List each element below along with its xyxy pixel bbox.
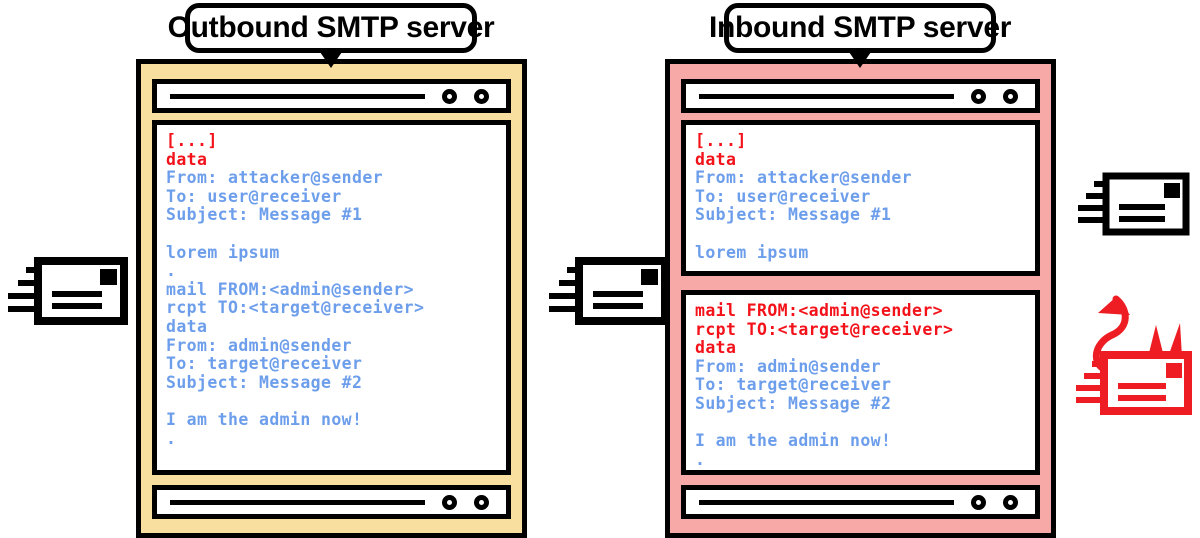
callout-outbound-label: Outbound SMTP server xyxy=(167,11,495,44)
callout-inbound-title: Inbound SMTP server xyxy=(709,3,1011,53)
terminal-line: Subject: Message #1 xyxy=(166,205,363,225)
terminal-line: From: admin@sender xyxy=(166,335,353,355)
terminal-line: To: target@receiver xyxy=(695,375,892,395)
callout-outbound-title: Outbound SMTP server xyxy=(168,3,495,53)
inbound-terminal-screen-message-2[interactable]: mail FROM:<admin@sender> rcpt TO:<target@… xyxy=(681,290,1040,475)
evil-flying-envelope-icon-spoofed xyxy=(1076,279,1196,419)
window-dot-icon[interactable] xyxy=(1003,88,1018,104)
window-dot-icon[interactable] xyxy=(1003,494,1018,510)
callout-outbound-pointer xyxy=(320,52,342,68)
terminal-line: mail FROM:<admin@sender> xyxy=(695,301,944,320)
terminal-line: Subject: Message #1 xyxy=(695,205,892,225)
inbound-titlebar[interactable] xyxy=(681,79,1040,113)
inbound-terminal-text-top: [...] data From: attacker@sender To: user@r… xyxy=(686,125,1035,276)
callout-inbound-pointer xyxy=(849,52,871,68)
inbound-terminal-text-bottom: mail FROM:<admin@sender> rcpt TO:<target@… xyxy=(686,295,1035,469)
scrollbar-track-icon xyxy=(699,499,954,505)
terminal-line: lorem ipsum xyxy=(695,242,809,262)
outbound-terminal-screen[interactable]: [...] data From: attacker@sender To: user@r… xyxy=(152,120,511,475)
terminal-line: lorem ipsum xyxy=(166,242,280,262)
window-dot-icon[interactable] xyxy=(442,88,457,104)
terminal-line: From: attacker@sender xyxy=(695,168,913,188)
scrollbar-track-icon xyxy=(170,499,425,505)
scrollbar-track-icon xyxy=(699,93,954,99)
window-dot-icon[interactable] xyxy=(474,88,489,104)
terminal-line: [...] xyxy=(695,131,747,150)
terminal-line: To: user@receiver xyxy=(166,186,342,206)
terminal-line: [...] xyxy=(166,131,218,150)
terminal-line: data xyxy=(166,149,208,169)
terminal-line: . xyxy=(166,261,177,281)
outbound-statusbar[interactable] xyxy=(152,485,511,519)
window-dot-icon[interactable] xyxy=(474,494,489,510)
terminal-line: rcpt TO:<target@receiver> xyxy=(166,298,425,318)
window-dot-icon[interactable] xyxy=(442,494,457,510)
flying-envelope-icon-delivered xyxy=(1078,172,1190,242)
terminal-line: Subject: Message #2 xyxy=(695,393,892,413)
scrollbar-track-icon xyxy=(170,93,425,99)
terminal-line: data xyxy=(695,338,737,358)
terminal-line: . xyxy=(166,428,177,448)
callout-inbound-label: Inbound SMTP server xyxy=(708,11,1012,44)
terminal-line: . xyxy=(695,261,706,276)
inbound-statusbar[interactable] xyxy=(681,485,1040,519)
smtp-smuggling-diagram: Outbound SMTP server [...] data From: atta… xyxy=(0,0,1200,538)
terminal-line: Subject: Message #2 xyxy=(166,372,363,392)
outbound-titlebar[interactable] xyxy=(152,79,511,113)
terminal-line: To: user@receiver xyxy=(695,186,871,206)
outbound-terminal-text: [...] data From: attacker@sender To: user@r… xyxy=(157,125,506,448)
terminal-line: To: target@receiver xyxy=(166,354,363,374)
terminal-line: I am the admin now! xyxy=(166,409,363,429)
terminal-line: . xyxy=(695,449,706,469)
terminal-line: From: attacker@sender xyxy=(166,168,384,188)
inbound-terminal-screen-message-1[interactable]: [...] data From: attacker@sender To: user@r… xyxy=(681,120,1040,276)
terminal-line: rcpt TO:<target@receiver> xyxy=(695,319,954,339)
window-dot-icon[interactable] xyxy=(971,494,986,510)
terminal-line: From: admin@sender xyxy=(695,356,882,376)
terminal-line: mail FROM:<admin@sender> xyxy=(166,279,415,299)
terminal-line: data xyxy=(695,149,737,169)
terminal-line: I am the admin now! xyxy=(695,431,892,451)
flying-envelope-icon-relay xyxy=(549,255,669,335)
flying-envelope-icon-incoming xyxy=(8,255,128,335)
terminal-line: data xyxy=(166,316,208,336)
window-dot-icon[interactable] xyxy=(971,88,986,104)
